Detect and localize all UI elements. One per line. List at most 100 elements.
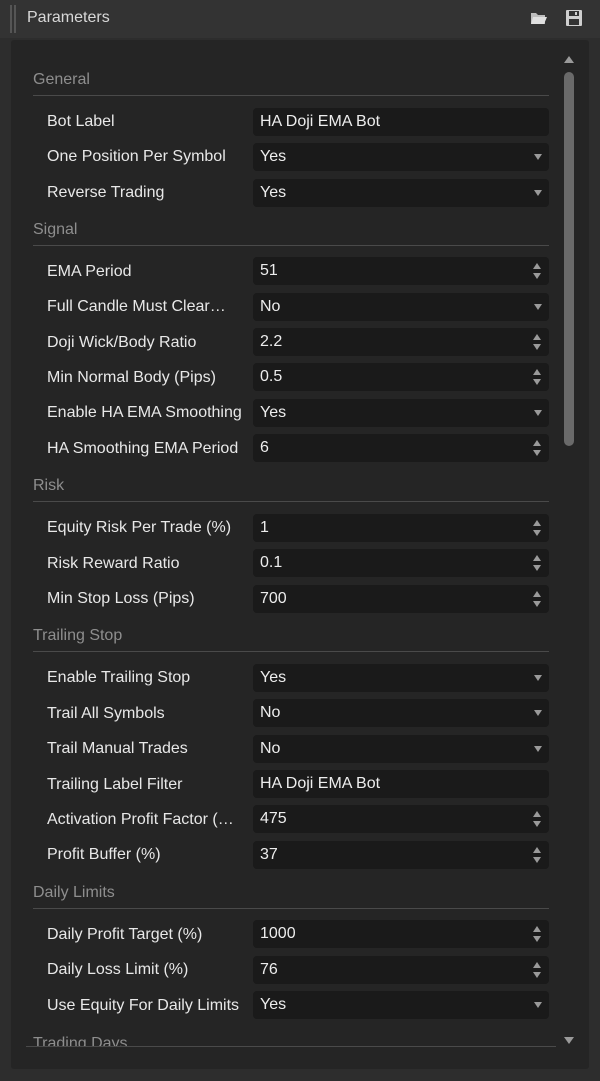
ha-smoothing-select[interactable]: Yes [253,399,549,427]
daily-profit-target-stepper[interactable]: 1000 [253,920,549,948]
chevron-down-icon [534,154,542,160]
min-body-label: Min Normal Body (Pips) [47,369,216,386]
save-icon[interactable] [565,9,583,27]
folder-open-icon[interactable] [530,9,548,27]
equity-risk-stepper[interactable]: 1 [253,514,549,542]
use-equity-value: Yes [260,996,287,1013]
spinner-arrows-icon[interactable] [533,334,541,350]
section-divider [33,651,549,652]
chevron-down-icon [534,746,542,752]
rr-ratio-value: 0.1 [260,554,283,571]
rr-ratio-stepper[interactable]: 0.1 [253,549,549,577]
one-position-select[interactable]: Yes [253,143,549,171]
daily-loss-limit-label: Daily Loss Limit (%) [47,961,189,978]
trail-manual-select[interactable]: No [253,735,549,763]
doji-ratio-label: Doji Wick/Body Ratio [47,334,197,351]
ha-smoothing-value: Yes [260,404,287,421]
daily-loss-limit-stepper[interactable]: 76 [253,956,549,984]
use-equity-select[interactable]: Yes [253,991,549,1019]
chevron-down-icon [534,710,542,716]
enable-trailing-select[interactable]: Yes [253,664,549,692]
spinner-arrows-icon[interactable] [533,811,541,827]
use-equity-label: Use Equity For Daily Limits [47,997,240,1014]
section-title-general: General [33,71,90,88]
spinner-arrows-icon[interactable] [533,369,541,385]
ema-period-label: EMA Period [47,263,132,280]
trailing-label-filter-input[interactable]: HA Doji EMA Bot [253,770,549,798]
trail-all-symbols-value: No [260,704,281,721]
section-title-risk: Risk [33,477,65,494]
doji-ratio-stepper[interactable]: 2.2 [253,328,549,356]
chevron-down-icon [534,304,542,310]
trailing-label-filter-label: Trailing Label Filter [47,776,183,793]
scrollbar-thumb[interactable] [564,72,574,446]
scroll-down-arrow-icon[interactable] [562,1034,576,1046]
activation-factor-label: Activation Profit Factor (… [47,811,234,828]
trail-manual-label: Trail Manual Trades [47,740,188,757]
spinner-arrows-icon[interactable] [533,520,541,536]
trail-all-symbols-label: Trail All Symbols [47,705,165,722]
daily-profit-target-label: Daily Profit Target (%) [47,926,203,943]
list-bottom-border [26,1046,556,1047]
spinner-arrows-icon[interactable] [533,962,541,978]
full-candle-label: Full Candle Must Clear… [47,298,226,315]
spinner-arrows-icon[interactable] [533,926,541,942]
min-sl-label: Min Stop Loss (Pips) [47,590,195,607]
chevron-down-icon [534,410,542,416]
activation-factor-stepper[interactable]: 475 [253,805,549,833]
chevron-down-icon [534,675,542,681]
panel-header: Parameters [0,0,600,38]
section-title-clip: Trading Days [26,1030,556,1046]
activation-factor-value: 475 [260,810,287,827]
bot-label-value: HA Doji EMA Bot [260,113,381,130]
ema-period-stepper[interactable]: 51 [253,257,549,285]
min-body-stepper[interactable]: 0.5 [253,363,549,391]
parameters-panel: Parameters General Bot Label HA Doji EMA… [0,0,600,1081]
full-candle-select[interactable]: No [253,293,549,321]
spinner-arrows-icon[interactable] [533,847,541,863]
spinner-arrows-icon[interactable] [533,263,541,279]
section-title-trailing-stop: Trailing Stop [33,627,123,644]
doji-ratio-value: 2.2 [260,333,283,350]
profit-buffer-value: 37 [260,846,278,863]
min-sl-stepper[interactable]: 700 [253,585,549,613]
bot-label-label: Bot Label [47,113,115,130]
drag-grip-icon[interactable] [10,5,16,33]
ha-period-label: HA Smoothing EMA Period [47,440,239,457]
daily-loss-limit-value: 76 [260,961,278,978]
trail-all-symbols-select[interactable]: No [253,699,549,727]
ha-period-value: 6 [260,439,269,456]
one-position-value: Yes [260,148,287,165]
ha-smoothing-label: Enable HA EMA Smoothing [47,404,242,421]
ema-period-value: 51 [260,262,278,279]
rr-ratio-label: Risk Reward Ratio [47,555,180,572]
spinner-arrows-icon[interactable] [533,591,541,607]
equity-risk-value: 1 [260,519,269,536]
enable-trailing-label: Enable Trailing Stop [47,669,191,686]
ha-period-stepper[interactable]: 6 [253,434,549,462]
enable-trailing-value: Yes [260,669,287,686]
profit-buffer-stepper[interactable]: 37 [253,841,549,869]
section-divider [33,245,549,246]
one-position-label: One Position Per Symbol [47,148,226,165]
chevron-down-icon [534,190,542,196]
bot-label-input[interactable]: HA Doji EMA Bot [253,108,549,136]
section-title-daily-limits: Daily Limits [33,884,115,901]
spinner-arrows-icon[interactable] [533,440,541,456]
trail-manual-value: No [260,740,281,757]
section-title-trading-days: Trading Days [33,1035,128,1046]
section-divider [33,95,549,96]
full-candle-value: No [260,298,281,315]
reverse-trading-select[interactable]: Yes [253,179,549,207]
chevron-down-icon [534,1002,542,1008]
panel-title: Parameters [27,9,110,26]
spinner-arrows-icon[interactable] [533,555,541,571]
min-body-value: 0.5 [260,368,283,385]
equity-risk-label: Equity Risk Per Trade (%) [47,519,232,536]
reverse-trading-label: Reverse Trading [47,184,165,201]
section-divider [33,908,549,909]
min-sl-value: 700 [260,590,287,607]
profit-buffer-label: Profit Buffer (%) [47,846,161,863]
daily-profit-target-value: 1000 [260,925,296,942]
scroll-up-arrow-icon[interactable] [562,52,576,64]
